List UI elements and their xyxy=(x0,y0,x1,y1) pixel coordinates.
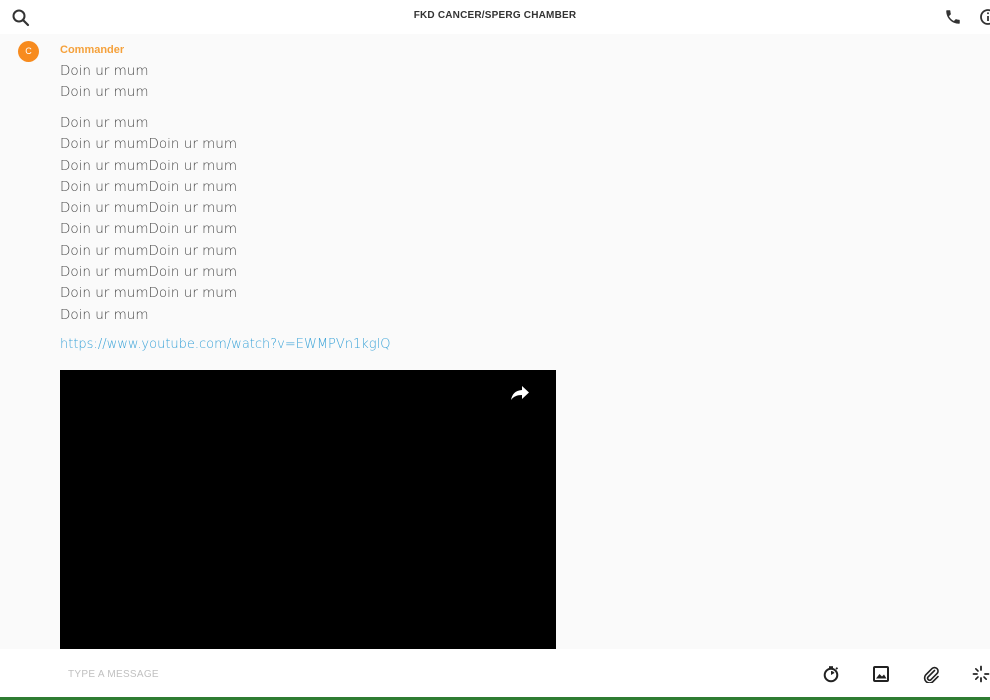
info-icon[interactable] xyxy=(979,8,990,26)
message-text: Doin ur mumDoin ur mum xyxy=(60,200,238,217)
chat-header: FKD CANCER/SPERG CHAMBER xyxy=(0,0,990,34)
message-input[interactable] xyxy=(60,663,776,685)
message-text: Doin ur mumDoin ur mum xyxy=(60,157,238,174)
sparkle-icon[interactable] xyxy=(972,665,990,683)
chat-app: FKD CANCER/SPERG CHAMBER C Commander Doi… xyxy=(0,0,990,700)
message-text: Doin ur mum xyxy=(60,115,149,131)
share-arrow-icon[interactable] xyxy=(509,383,531,403)
message-text: Doin ur mumDoin ur mum xyxy=(60,221,238,238)
message-text: Doin ur mum xyxy=(60,306,149,323)
message-text: Doin ur mum xyxy=(60,84,149,101)
timer-icon[interactable] xyxy=(822,665,840,683)
youtube-link[interactable]: https://www.youtube.com/watch?v=EWMPVn1k… xyxy=(60,337,390,352)
message-group: Doin ur mum Doin ur mum xyxy=(60,61,149,104)
message-group: Doin ur mum Doin ur mumDoin ur mum Doin … xyxy=(60,113,237,326)
image-icon[interactable] xyxy=(872,665,890,683)
chat-title: FKD CANCER/SPERG CHAMBER xyxy=(413,10,577,21)
phone-icon[interactable] xyxy=(944,8,962,26)
message-composer xyxy=(0,649,990,700)
message-list[interactable]: C Commander Doin ur mum Doin ur mum Doin… xyxy=(0,34,990,649)
message-text: Doin ur mumDoin ur mum xyxy=(60,285,238,302)
message-text: Doin ur mumDoin ur mum xyxy=(60,136,238,153)
message-text: Doin ur mumDoin ur mum xyxy=(60,264,238,281)
message-text: Doin ur mum xyxy=(60,63,149,79)
message-text: Doin ur mumDoin ur mum xyxy=(60,178,238,195)
message-author[interactable]: Commander xyxy=(60,44,124,56)
paperclip-icon[interactable] xyxy=(922,665,940,684)
video-embed[interactable] xyxy=(60,370,556,649)
message-text: Doin ur mumDoin ur mum xyxy=(60,242,238,259)
avatar[interactable]: C xyxy=(18,41,39,62)
